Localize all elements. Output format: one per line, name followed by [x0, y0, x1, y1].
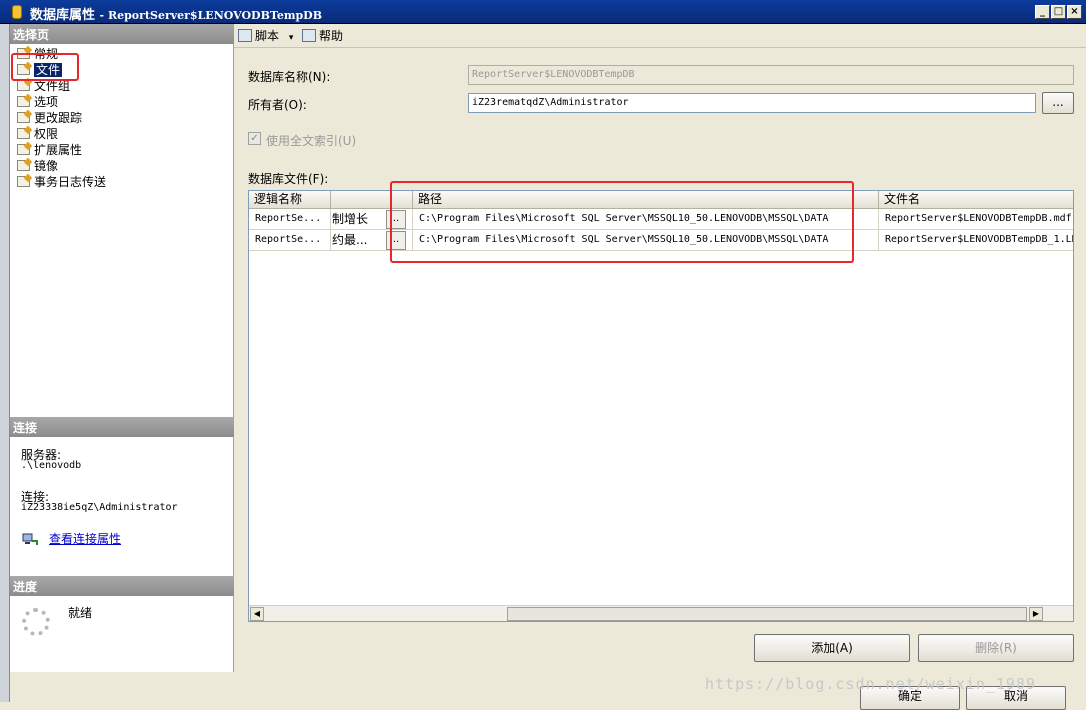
column-header-growth[interactable]	[331, 191, 413, 209]
page-item-mirroring[interactable]: 镜像	[16, 158, 106, 174]
progress-header: 进度	[10, 576, 234, 596]
column-header-path[interactable]: 路径	[413, 191, 879, 209]
fulltext-label: 使用全文索引(U)	[266, 134, 357, 148]
page-item-general[interactable]: 常规	[16, 46, 106, 62]
database-icon	[12, 5, 22, 19]
maximize-button[interactable]: □	[1051, 5, 1066, 19]
script-button[interactable]: 脚本 ▾	[238, 27, 293, 45]
toolbar: 脚本 ▾ 帮助	[234, 24, 1086, 48]
script-icon	[238, 29, 252, 42]
database-name-field: ReportServer$LENOVODBTempDB	[468, 65, 1074, 85]
page-list: 常规 文件 文件组 选项 更改跟踪 权限 扩展属性 镜像 事务日志传送	[16, 46, 106, 190]
view-connection-properties-link[interactable]: 查看连接属性	[49, 530, 121, 547]
page-item-permissions[interactable]: 权限	[16, 126, 106, 142]
close-button[interactable]: ×	[1067, 5, 1082, 19]
page-icon	[17, 176, 30, 187]
server-value: .\lenovodb	[21, 460, 82, 471]
page-item-options[interactable]: 选项	[16, 94, 106, 110]
table-row-1-path[interactable]: C:\Program Files\Microsoft SQL Server\MS…	[413, 209, 879, 230]
add-button[interactable]: 添加(A)	[754, 634, 910, 662]
table-row-1-logical-name[interactable]: ReportSe...	[249, 209, 331, 230]
page-icon	[17, 96, 30, 107]
column-header-file-name[interactable]: 文件名	[879, 191, 1073, 209]
help-icon	[302, 29, 316, 42]
horizontal-scrollbar[interactable]: ◀ ▶	[249, 605, 1073, 621]
table-row-2-file-name[interactable]: ReportServer$LENOVODBTempDB_1.LD	[879, 230, 1073, 251]
progress-status: 就绪	[68, 606, 93, 620]
connection-properties-icon	[22, 533, 38, 545]
title-bar: 数据库属性 - ReportServer$LENOVODBTempDB _ □ …	[0, 0, 1086, 24]
table-row-1-growth-browse-button[interactable]: ..	[386, 210, 406, 229]
left-pane: 选择页 常规 文件 文件组 选项 更改跟踪 权限 扩展属性 镜像 事务日志传送 …	[10, 24, 234, 672]
window-subtitle: ReportServer$LENOVODBTempDB	[107, 9, 322, 22]
background-window-strip	[0, 24, 10, 702]
scroll-right-icon[interactable]: ▶	[1029, 607, 1043, 621]
window-title-text: 数据库属性	[30, 8, 96, 23]
help-button[interactable]: 帮助	[302, 27, 343, 45]
page-item-extended-properties[interactable]: 扩展属性	[16, 142, 106, 158]
watermark: https://blog.csdn.net/weixin_1989	[705, 675, 1037, 693]
right-pane: 脚本 ▾ 帮助 数据库名称(N): ReportServer$LENOVODBT…	[234, 24, 1086, 672]
minimize-button[interactable]: _	[1035, 5, 1050, 19]
page-icon	[17, 128, 30, 139]
chevron-down-icon: ▾	[288, 33, 294, 43]
page-icon	[17, 144, 30, 155]
page-item-filegroups[interactable]: 文件组	[16, 78, 106, 94]
window-title: 数据库属性 - ReportServer$LENOVODBTempDB	[30, 8, 322, 23]
page-icon	[17, 80, 30, 91]
owner-browse-button[interactable]: ...	[1042, 92, 1074, 114]
page-item-change-tracking[interactable]: 更改跟踪	[16, 110, 106, 126]
column-header-logical-name[interactable]: 逻辑名称	[249, 191, 331, 209]
fulltext-checkbox[interactable]: ✓	[248, 132, 261, 145]
page-icon	[17, 64, 30, 75]
page-item-files[interactable]: 文件	[16, 62, 106, 78]
page-icon	[17, 48, 30, 59]
progress-spinner-icon	[22, 608, 50, 636]
table-row-2-growth-browse-button[interactable]: ..	[386, 231, 406, 250]
table-row-1-file-name[interactable]: ReportServer$LENOVODBTempDB.mdf	[879, 209, 1073, 230]
connection-header: 连接	[10, 417, 234, 437]
page-icon	[17, 112, 30, 123]
database-name-label: 数据库名称(N):	[248, 70, 331, 84]
select-page-header: 选择页	[10, 24, 234, 44]
database-files-label: 数据库文件(F):	[248, 172, 329, 186]
scroll-thumb[interactable]	[507, 607, 1027, 621]
table-row-2-path[interactable]: C:\Program Files\Microsoft SQL Server\MS…	[413, 230, 879, 251]
table-row-2-logical-name[interactable]: ReportSe...	[249, 230, 331, 251]
database-files-grid[interactable]: 逻辑名称 路径 文件名 ReportSe... 制增长 .. C:\Progra…	[248, 190, 1074, 622]
remove-button[interactable]: 删除(R)	[918, 634, 1074, 662]
page-icon	[17, 160, 30, 171]
owner-label: 所有者(O):	[248, 98, 307, 112]
page-item-log-shipping[interactable]: 事务日志传送	[16, 174, 106, 190]
owner-field[interactable]: iZ23rematqdZ\Administrator	[468, 93, 1036, 113]
scroll-left-icon[interactable]: ◀	[250, 607, 264, 621]
connection-value: iZ23338ie5qZ\Administrator	[21, 502, 178, 513]
